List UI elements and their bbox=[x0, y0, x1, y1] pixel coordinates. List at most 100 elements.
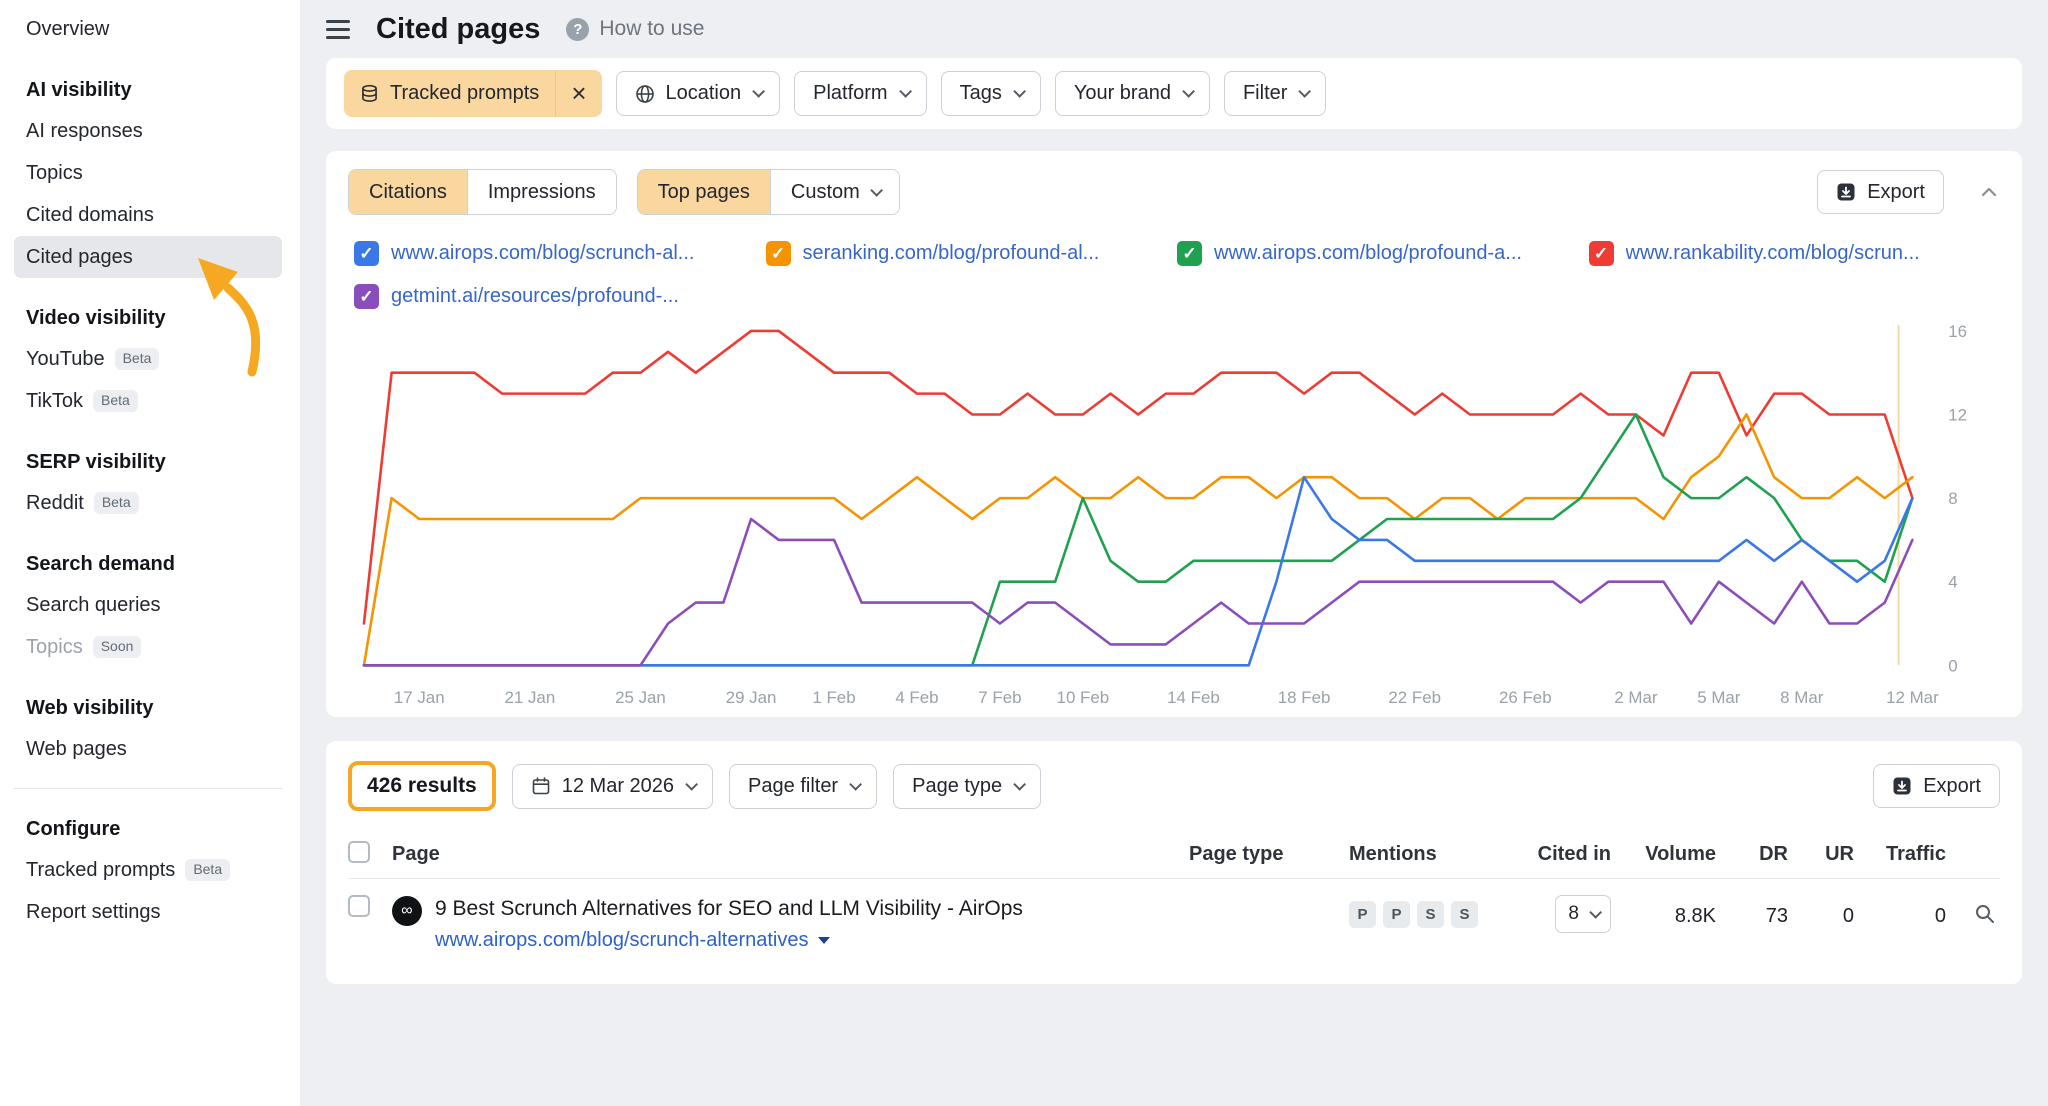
page-title-text: 9 Best Scrunch Alternatives for SEO and … bbox=[435, 895, 1023, 922]
page-type-dropdown[interactable]: Page type bbox=[893, 764, 1041, 809]
chevron-down-icon bbox=[1589, 906, 1602, 919]
sidebar-section-ai-visibility: AI visibility bbox=[14, 74, 282, 106]
sidebar-item-youtube[interactable]: YouTubeBeta bbox=[14, 338, 282, 380]
tab-top-pages[interactable]: Top pages bbox=[638, 170, 770, 214]
filter-dropdown-location[interactable]: Location bbox=[616, 71, 781, 116]
tracked-prompts-filter[interactable]: Tracked prompts bbox=[344, 70, 555, 117]
x-tick-label: 18 Feb bbox=[1278, 688, 1331, 707]
legend-label[interactable]: seranking.com/blog/profound-al... bbox=[803, 242, 1100, 265]
ur-cell: 0 bbox=[1788, 895, 1854, 928]
chevron-down-icon bbox=[870, 184, 883, 197]
export-chart-button[interactable]: Export bbox=[1817, 170, 1944, 214]
main-content: Cited pages ? How to use Tracked prompts… bbox=[300, 0, 2048, 1106]
column-header-cited-in[interactable]: Cited in bbox=[1499, 843, 1611, 866]
tab-citations[interactable]: Citations bbox=[349, 170, 467, 214]
sidebar-item-report-settings[interactable]: Report settings bbox=[14, 891, 282, 933]
badge-beta: Beta bbox=[185, 859, 230, 880]
column-header-ur[interactable]: UR bbox=[1788, 843, 1854, 866]
x-tick-label: 29 Jan bbox=[726, 688, 777, 707]
legend-label[interactable]: getmint.ai/resources/profound-... bbox=[391, 285, 679, 308]
x-tick-label: 5 Mar bbox=[1697, 688, 1741, 707]
how-to-use-link[interactable]: ? How to use bbox=[566, 17, 704, 41]
sidebar-item-search-queries[interactable]: Search queries bbox=[14, 584, 282, 626]
caret-down-icon[interactable] bbox=[818, 937, 830, 944]
chevron-down-icon bbox=[849, 778, 862, 791]
legend-label[interactable]: www.airops.com/blog/scrunch-al... bbox=[391, 242, 694, 265]
series-line-www-airops-com-blog-scrunch-al bbox=[364, 477, 1912, 665]
x-tick-label: 7 Feb bbox=[978, 688, 1021, 707]
column-header-dr[interactable]: DR bbox=[1716, 843, 1788, 866]
checkbox-checked-icon[interactable]: ✓ bbox=[354, 284, 379, 309]
column-header-page-type[interactable]: Page type bbox=[1189, 843, 1349, 866]
x-tick-label: 2 Mar bbox=[1614, 688, 1658, 707]
question-icon: ? bbox=[566, 18, 589, 41]
export-results-button[interactable]: Export bbox=[1873, 764, 2000, 808]
page-url-text: www.airops.com/blog/scrunch-alternatives bbox=[435, 929, 809, 952]
results-card: 426 results 12 Mar 2026 Page filter Page… bbox=[326, 741, 2022, 984]
metric-toggle: Citations Impressions bbox=[348, 169, 617, 215]
checkbox-checked-icon[interactable]: ✓ bbox=[1177, 241, 1202, 266]
legend-item: ✓ www.airops.com/blog/scrunch-al... bbox=[354, 241, 766, 266]
filter-dropdown-tags[interactable]: Tags bbox=[941, 71, 1041, 116]
results-toolbar: 426 results 12 Mar 2026 Page filter Page… bbox=[348, 761, 2000, 811]
table-row: ∞9 Best Scrunch Alternatives for SEO and… bbox=[348, 879, 2000, 964]
menu-icon[interactable] bbox=[326, 20, 350, 39]
tracked-prompts-label: Tracked prompts bbox=[390, 82, 539, 105]
sidebar-item-label: Web pages bbox=[26, 738, 127, 761]
y-tick-label: 4 bbox=[1948, 573, 1957, 592]
badge-beta: Beta bbox=[93, 390, 138, 411]
select-all-checkbox[interactable] bbox=[348, 841, 370, 863]
sidebar-item-reddit[interactable]: RedditBeta bbox=[14, 482, 282, 524]
sidebar-item-ai-responses[interactable]: AI responses bbox=[14, 110, 282, 152]
filter-dropdown-label: Location bbox=[666, 82, 742, 105]
checkbox-checked-icon[interactable]: ✓ bbox=[766, 241, 791, 266]
legend-label[interactable]: www.rankability.com/blog/scrun... bbox=[1626, 242, 1920, 265]
collapse-chart-button[interactable] bbox=[1978, 181, 2000, 203]
how-to-use-label: How to use bbox=[599, 17, 704, 41]
sidebar-nav: Overview AI visibility AI responses Topics C… bbox=[0, 8, 300, 933]
column-header-volume[interactable]: Volume bbox=[1611, 843, 1716, 866]
y-tick-label: 0 bbox=[1948, 656, 1957, 675]
checkbox-checked-icon[interactable]: ✓ bbox=[1589, 241, 1614, 266]
cited-in-select[interactable]: 8 bbox=[1555, 895, 1611, 933]
scope-toggle: Top pages Custom bbox=[637, 169, 900, 215]
page-filter-dropdown[interactable]: Page filter bbox=[729, 764, 877, 809]
row-checkbox[interactable] bbox=[348, 895, 370, 917]
date-picker[interactable]: 12 Mar 2026 bbox=[512, 764, 713, 809]
y-tick-label: 16 bbox=[1948, 322, 1967, 341]
sidebar: Overview AI visibility AI responses Topics C… bbox=[0, 0, 300, 1106]
sidebar-item-label: Search queries bbox=[26, 594, 161, 617]
page-type-label: Page type bbox=[912, 775, 1002, 798]
filter-dropdown-your-brand[interactable]: Your brand bbox=[1055, 71, 1210, 116]
mention-badge: P bbox=[1383, 901, 1410, 928]
volume-cell: 8.8K bbox=[1611, 895, 1716, 928]
search-icon[interactable] bbox=[1974, 903, 1996, 925]
filter-dropdown-label: Tags bbox=[960, 82, 1002, 105]
column-header-page[interactable]: Page bbox=[392, 843, 1189, 866]
checkbox-checked-icon[interactable]: ✓ bbox=[354, 241, 379, 266]
sidebar-item-tracked-prompts[interactable]: Tracked promptsBeta bbox=[14, 849, 282, 891]
column-header-mentions[interactable]: Mentions bbox=[1349, 843, 1499, 866]
sidebar-item-cited-pages[interactable]: Cited pages bbox=[14, 236, 282, 278]
sidebar-item-overview[interactable]: Overview bbox=[14, 8, 282, 50]
filter-dropdown-label: Filter bbox=[1243, 82, 1287, 105]
sidebar-item-topics[interactable]: TopicsSoon bbox=[14, 626, 282, 668]
chevron-down-icon bbox=[752, 85, 765, 98]
sidebar-section-web-visibility: Web visibility bbox=[14, 692, 282, 724]
tab-custom[interactable]: Custom bbox=[770, 170, 899, 214]
page-url-link[interactable]: www.airops.com/blog/scrunch-alternatives bbox=[435, 929, 1023, 952]
calendar-icon bbox=[531, 776, 551, 796]
x-tick-label: 14 Feb bbox=[1167, 688, 1220, 707]
sidebar-item-cited-domains[interactable]: Cited domains bbox=[14, 194, 282, 236]
sidebar-item-tiktok[interactable]: TikTokBeta bbox=[14, 380, 282, 422]
sidebar-item-web-pages[interactable]: Web pages bbox=[14, 728, 282, 770]
sidebar-item-label: Topics bbox=[26, 162, 83, 185]
sidebar-item-topics[interactable]: Topics bbox=[14, 152, 282, 194]
remove-filter-button[interactable]: × bbox=[555, 70, 601, 117]
chevron-down-icon bbox=[1299, 85, 1312, 98]
column-header-traffic[interactable]: Traffic bbox=[1854, 843, 1946, 866]
filter-dropdown-filter[interactable]: Filter bbox=[1224, 71, 1326, 116]
tab-impressions[interactable]: Impressions bbox=[467, 170, 616, 214]
legend-label[interactable]: www.airops.com/blog/profound-a... bbox=[1214, 242, 1522, 265]
filter-dropdown-platform[interactable]: Platform bbox=[794, 71, 926, 116]
